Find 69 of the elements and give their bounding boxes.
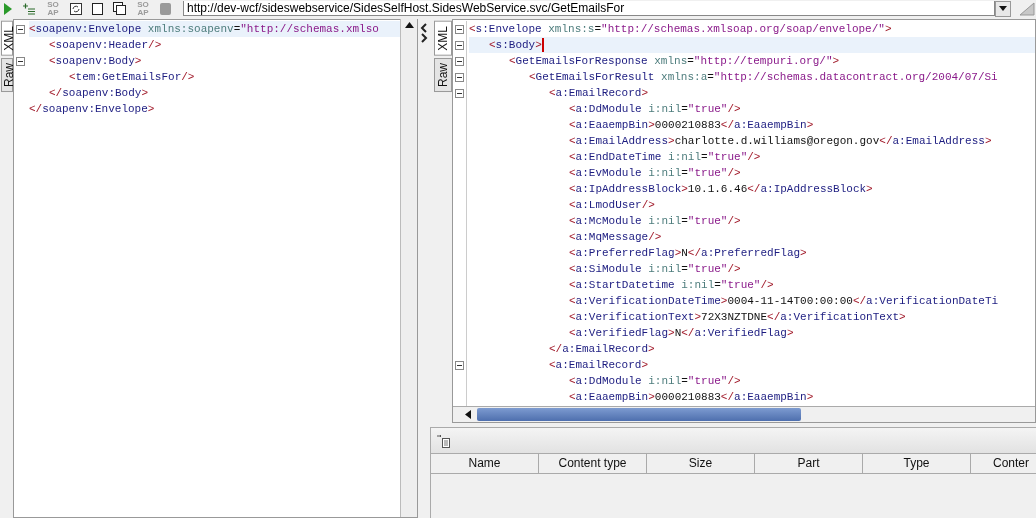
code-line: <a:EmailRecord> <box>549 86 649 101</box>
column-header[interactable]: Part <box>755 454 863 473</box>
fold-toggle[interactable] <box>455 40 464 50</box>
url-field[interactable]: http://dev-wcf/sideswebservice/SidesSelfHost.SidesWebService.svc/GetEmailsFor <box>183 1 995 16</box>
page-icon <box>92 2 103 15</box>
code-line: <GetEmailsForResponse xmlns="http://tempuri.org/"> <box>509 54 840 69</box>
code-line: <tem:GetEmailsFor/> <box>69 70 195 85</box>
stop-icon <box>160 2 171 15</box>
code-line: <a:VerificationDateTime>0004-11-14T00:00:00</a:VerificationDateTi <box>569 294 999 309</box>
code-line: <a:EaaempBin>0000210883</a:EaaempBin> <box>569 118 814 133</box>
fold-toggle[interactable] <box>16 56 25 66</box>
fold-toggle[interactable] <box>455 56 464 66</box>
fold-toggle[interactable] <box>455 24 464 34</box>
code-line: <a:LmodUser/> <box>569 198 655 213</box>
code-line: <s:Envelope xmlns:s="http://schemas.xmlsoap.org/soap/envelope/"> <box>469 22 892 37</box>
code-line: <a:VerificationText>72X3NZTDNE</a:VerificationText> <box>569 310 906 325</box>
code-line: </a:EmailRecord> <box>549 342 655 357</box>
code-line: <a:VerifiedFlag>N</a:VerifiedFlag> <box>569 326 794 341</box>
add-attachment-icon[interactable] <box>437 433 451 448</box>
copy-button[interactable] <box>111 0 128 17</box>
vertical-scrollbar[interactable] <box>400 19 417 517</box>
code-line: <soapenv:Header/> <box>49 38 162 53</box>
fold-toggle[interactable] <box>16 24 25 34</box>
caret-icon <box>999 6 1007 11</box>
code-line: <a:MqMessage/> <box>569 230 662 245</box>
scroll-left-icon[interactable] <box>465 410 471 419</box>
text-cursor <box>541 38 544 52</box>
add-list-icon <box>22 2 36 15</box>
refresh-icon <box>70 2 82 15</box>
horizontal-scrollbar[interactable] <box>453 406 1035 422</box>
scroll-up-icon[interactable] <box>404 22 414 28</box>
code-line: <a:IpAddressBlock>10.1.6.46</a:IpAddressBlock> <box>569 182 873 197</box>
code-line: <a:DdModule i:nil="true"/> <box>569 374 741 389</box>
scroll-thumb[interactable] <box>477 408 801 421</box>
code-line: <GetEmailsForResult xmlns:a="http://schemas.datacontract.org/2004/07/Si <box>529 70 998 85</box>
code-line: <soapenv:Envelope xmlns:soapenv="http://schemas.xmlso <box>29 22 379 37</box>
view-tab[interactable]: XML <box>1 21 13 56</box>
refresh-button[interactable] <box>68 0 84 17</box>
code-line: <a:McModule i:nil="true"/> <box>569 214 741 229</box>
code-line: <a:StartDatetime i:nil="true"/> <box>569 278 774 293</box>
copy-icon <box>113 2 126 15</box>
code-line: </soapenv:Body> <box>49 86 149 101</box>
page-button[interactable] <box>90 0 105 17</box>
play-icon <box>4 2 12 15</box>
column-header[interactable]: Name <box>431 454 539 473</box>
column-header[interactable]: Conter <box>971 454 1036 473</box>
view-tab[interactable]: Raw <box>434 57 452 92</box>
view-tab[interactable]: Raw <box>1 57 13 92</box>
code-line: <a:DdModule i:nil="true"/> <box>569 102 741 117</box>
fold-toggle[interactable] <box>455 88 464 98</box>
code-line: <a:EmailAddress>charlotte.d.williams@oregon.gov</a:EmailAddress> <box>569 134 992 149</box>
fold-toggle[interactable] <box>455 72 464 82</box>
code-line: <a:EvModule i:nil="true"/> <box>569 166 741 181</box>
code-line: <a:PreferredFlag>N</a:PreferredFlag> <box>569 246 807 261</box>
code-line: <a:EaaempBin>0000210883</a:EaaempBin> <box>569 390 814 405</box>
column-header[interactable]: Content type <box>539 454 647 473</box>
code-line: <a:EndDateTime i:nil="true"/> <box>569 150 761 165</box>
fold-toggle[interactable] <box>455 360 464 370</box>
code-line: <s:Body> <box>489 38 542 53</box>
code-line: <a:EmailRecord> <box>549 358 649 373</box>
code-line: </soapenv:Envelope> <box>29 102 155 117</box>
column-header[interactable]: Type <box>863 454 971 473</box>
run-button[interactable] <box>2 0 14 17</box>
collapse-arrows-icon[interactable] <box>420 23 428 43</box>
code-line: <a:SiModule i:nil="true"/> <box>569 262 741 277</box>
view-tab[interactable]: XML <box>434 21 452 56</box>
column-header[interactable]: Size <box>647 454 755 473</box>
url-dropdown[interactable] <box>995 0 1011 17</box>
code-line: <soapenv:Body> <box>49 54 142 69</box>
